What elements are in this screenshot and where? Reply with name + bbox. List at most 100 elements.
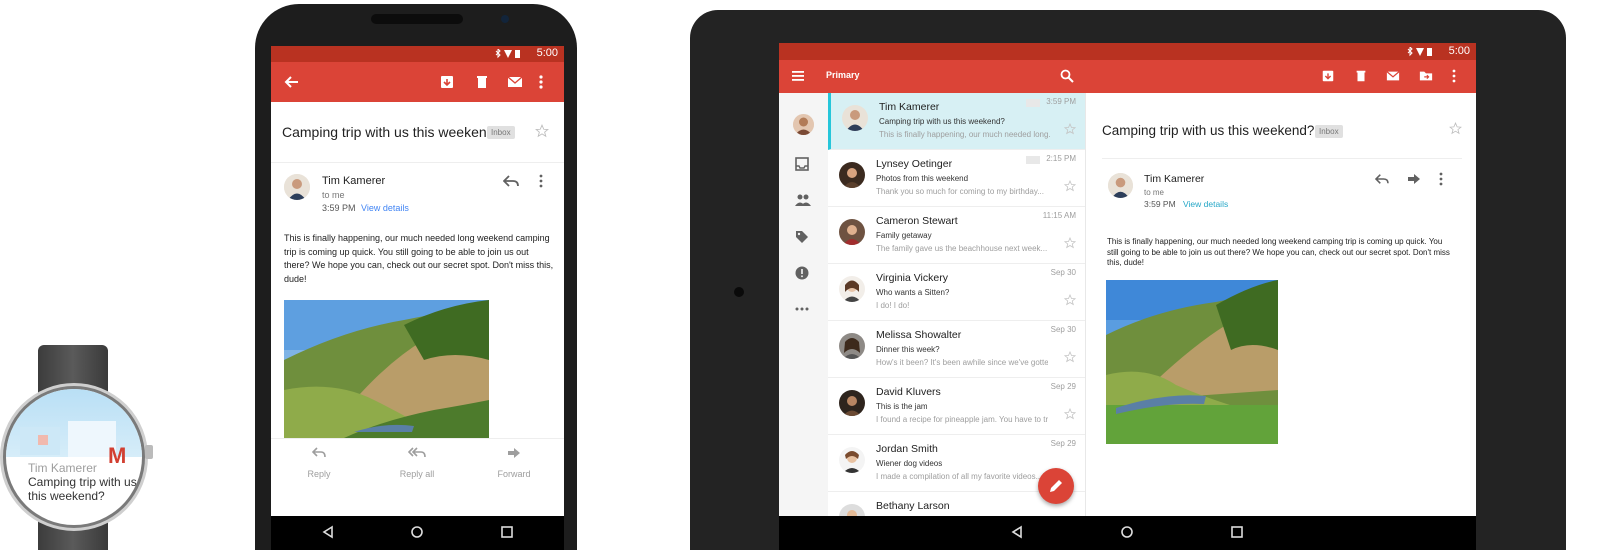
device-showcase: M Tim Kamerer Camping trip with us this … [0, 0, 1600, 550]
thread-preview: This is finally happening, our much need… [879, 130, 1051, 139]
system-nav-bar [779, 516, 1476, 550]
thread-row[interactable]: Virginia Vickery Who wants a Sitten? I d… [828, 264, 1085, 321]
thread-row[interactable]: David Kluvers This is the jam I found a … [828, 378, 1085, 435]
status-time: 5:00 [1448, 45, 1470, 57]
thread-subject: Camping trip with us this weekend? [879, 117, 1005, 126]
archive-icon[interactable] [1321, 69, 1335, 83]
star-icon[interactable] [535, 124, 549, 138]
nav-home-icon[interactable] [1120, 525, 1134, 539]
thread-row[interactable]: Melissa Showalter Dinner this week? How'… [828, 321, 1085, 378]
star-icon[interactable] [1064, 294, 1076, 306]
reply-all-icon [408, 447, 426, 458]
pencil-icon [1050, 480, 1062, 492]
reading-pane: Camping trip with us this weekend? Inbox… [1086, 93, 1476, 516]
reply-button[interactable]: Reply [284, 447, 354, 479]
forward-label: Forward [497, 469, 531, 479]
delete-icon[interactable] [474, 74, 490, 90]
mark-unread-icon[interactable] [507, 74, 523, 90]
spam-icon[interactable] [795, 266, 809, 280]
mark-unread-icon[interactable] [1386, 69, 1400, 83]
watch-crown[interactable] [145, 445, 153, 459]
attached-photo[interactable] [1106, 280, 1278, 444]
star-icon[interactable] [1449, 122, 1462, 135]
star-icon[interactable] [1064, 237, 1076, 249]
reply-all-button[interactable]: Reply all [382, 447, 452, 479]
back-arrow-icon[interactable] [284, 74, 300, 90]
reply-icon[interactable] [1375, 173, 1389, 185]
archive-icon[interactable] [439, 74, 455, 90]
star-icon[interactable] [1064, 351, 1076, 363]
sent-time: 3:59 PM [1144, 199, 1176, 209]
compose-button[interactable] [1038, 468, 1074, 504]
delete-icon[interactable] [1354, 69, 1368, 83]
avatar-portrait [1108, 173, 1133, 198]
thread-preview: I do! I do! [876, 301, 910, 310]
avatar-portrait [839, 447, 865, 473]
more-horiz-icon[interactable] [795, 307, 809, 311]
avatar[interactable] [1108, 173, 1133, 198]
label-chip[interactable]: Inbox [1315, 125, 1343, 138]
view-details-link[interactable]: View details [1183, 199, 1228, 209]
thread-time: Sep 29 [1050, 439, 1076, 448]
thread-sender: Melissa Showalter [876, 329, 962, 341]
inbox-icon[interactable] [795, 157, 809, 171]
people-icon[interactable] [795, 194, 811, 206]
thread-row[interactable]: Cameron Stewart Family getaway The famil… [828, 207, 1085, 264]
thread-subject: This is the jam [876, 402, 928, 411]
status-icons [495, 49, 520, 59]
thread-sender: Cameron Stewart [876, 215, 958, 227]
move-to-folder-icon[interactable] [1419, 69, 1433, 83]
view-details-link[interactable]: View details [361, 203, 409, 213]
app-toolbar: Primary [779, 60, 1476, 93]
thread-row[interactable]: Lynsey Oetinger Photos from this weekend… [828, 150, 1085, 207]
menu-icon[interactable] [791, 69, 805, 83]
more-vert-icon[interactable] [1438, 172, 1444, 186]
star-icon[interactable] [1064, 408, 1076, 420]
email-body: This is finally happening, our much need… [1107, 237, 1450, 267]
folder-title[interactable]: Primary [826, 70, 860, 80]
phone-screen: 5:00 Camping trip with us this weeken...… [271, 46, 564, 550]
nav-back-icon[interactable] [1010, 525, 1024, 539]
divider [1102, 158, 1462, 159]
thread-time: Sep 30 [1050, 325, 1076, 334]
star-icon[interactable] [1064, 180, 1076, 192]
thread-sender: Lynsey Oetinger [876, 158, 953, 170]
thread-time: Sep 29 [1050, 382, 1076, 391]
avatar-portrait [839, 504, 865, 516]
label-chip[interactable]: Inbox [487, 126, 515, 139]
avatar[interactable] [284, 174, 310, 200]
more-vert-icon[interactable] [538, 174, 544, 188]
search-icon[interactable] [1060, 69, 1074, 83]
watch-sender: Tim Kamerer [28, 461, 97, 475]
status-time: 5:00 [536, 47, 558, 59]
more-vert-icon[interactable] [537, 74, 545, 90]
account-avatar-image [793, 114, 814, 135]
sent-time: 3:59 PM [322, 203, 356, 213]
nav-home-icon[interactable] [410, 525, 424, 539]
recipient-line: to me [1144, 188, 1165, 197]
forward-icon[interactable] [1407, 173, 1421, 185]
account-avatar[interactable] [793, 114, 814, 135]
attached-photo[interactable] [284, 300, 489, 438]
thread-preview: Thank you so much for coming to my birth… [876, 187, 1044, 196]
thread-row[interactable]: Tim Kamerer Camping trip with us this we… [828, 93, 1085, 150]
reply-all-label: Reply all [399, 469, 435, 479]
system-nav-bar [271, 516, 564, 550]
nav-recents-icon[interactable] [1230, 525, 1244, 539]
thread-sender: David Kluvers [876, 386, 941, 398]
reply-icon[interactable] [503, 174, 519, 188]
avatar-portrait [839, 333, 865, 359]
forward-button[interactable]: Forward [479, 447, 549, 479]
nav-recents-icon[interactable] [500, 525, 514, 539]
smartwatch: M Tim Kamerer Camping trip with us this … [0, 345, 160, 550]
label-icon[interactable] [795, 230, 809, 244]
forward-icon [508, 448, 520, 458]
star-icon[interactable] [1064, 123, 1076, 135]
watch-notification-card[interactable]: M Tim Kamerer Camping trip with us this … [6, 389, 142, 525]
watch-tile-accent [38, 435, 48, 445]
nav-back-icon[interactable] [321, 525, 335, 539]
avatar [839, 162, 865, 188]
avatar [842, 105, 868, 131]
thread-marker [1026, 99, 1040, 107]
more-vert-icon[interactable] [1451, 69, 1457, 83]
